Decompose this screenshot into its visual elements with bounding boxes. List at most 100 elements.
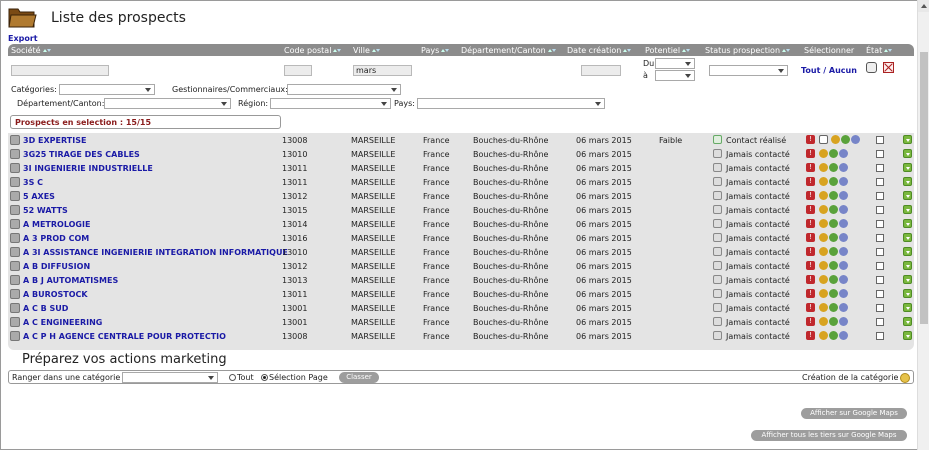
- company-name-link[interactable]: A BUROSTOCK: [23, 290, 88, 299]
- phone-action-icon[interactable]: [819, 191, 828, 200]
- phone-action-icon[interactable]: [819, 275, 828, 284]
- meeting-action-icon[interactable]: [839, 219, 848, 228]
- alert-icon[interactable]: [806, 303, 815, 312]
- categories-select[interactable]: [59, 84, 155, 95]
- select-checkbox[interactable]: [876, 206, 884, 214]
- header-status[interactable]: Status prospection: [705, 46, 791, 55]
- potentiel-a-select[interactable]: [655, 70, 695, 81]
- meeting-action-icon[interactable]: [839, 317, 848, 326]
- tout-radio[interactable]: [229, 374, 236, 381]
- table-row[interactable]: A C P H AGENCE CENTRALE POUR PROTECTIO 1…: [8, 329, 914, 343]
- alert-icon[interactable]: [806, 317, 815, 326]
- etat-green-icon[interactable]: [903, 303, 912, 312]
- sort-icon[interactable]: [441, 48, 450, 54]
- phone-action-icon[interactable]: [819, 261, 828, 270]
- meeting-action-icon[interactable]: [839, 331, 848, 340]
- sort-icon[interactable]: [371, 48, 380, 54]
- sort-icon[interactable]: [623, 48, 632, 54]
- select-checkbox[interactable]: [876, 290, 884, 298]
- phone-action-icon[interactable]: [819, 163, 828, 172]
- email-action-icon[interactable]: [829, 205, 838, 214]
- phone-action-icon[interactable]: [819, 205, 828, 214]
- meeting-action-icon[interactable]: [839, 247, 848, 256]
- alert-icon[interactable]: [806, 191, 815, 200]
- select-checkbox[interactable]: [876, 304, 884, 312]
- email-action-icon[interactable]: [829, 149, 838, 158]
- company-name-link[interactable]: A C P H AGENCE CENTRALE POUR PROTECTIO: [23, 332, 226, 341]
- select-checkbox[interactable]: [876, 318, 884, 326]
- meeting-action-icon[interactable]: [839, 261, 848, 270]
- etat-green-icon[interactable]: [903, 317, 912, 326]
- creation-categorie-link[interactable]: Création de la catégorie: [802, 373, 898, 382]
- etat-green-icon[interactable]: [903, 275, 912, 284]
- company-name-link[interactable]: A C B SUD: [23, 304, 68, 313]
- table-row[interactable]: 5 AXES 13012 MARSEILLE France Bouches-du…: [8, 189, 914, 203]
- select-checkbox[interactable]: [876, 220, 884, 228]
- meeting-action-icon[interactable]: [839, 163, 848, 172]
- alert-icon[interactable]: [806, 177, 815, 186]
- sort-icon[interactable]: [42, 48, 51, 54]
- date-creation-filter-input[interactable]: [581, 65, 621, 76]
- email-action-icon[interactable]: [841, 135, 850, 144]
- email-action-icon[interactable]: [829, 275, 838, 284]
- etat-green-icon[interactable]: [903, 247, 912, 256]
- alert-icon[interactable]: [806, 163, 815, 172]
- meeting-action-icon[interactable]: [839, 289, 848, 298]
- company-name-link[interactable]: A METROLOGIE: [23, 220, 90, 229]
- company-name-link[interactable]: A C ENGINEERING: [23, 318, 102, 327]
- scroll-up-arrow-icon[interactable]: [918, 0, 929, 12]
- alert-icon[interactable]: [806, 275, 815, 284]
- phone-action-icon[interactable]: [819, 247, 828, 256]
- region-select[interactable]: [270, 98, 391, 109]
- meeting-action-icon[interactable]: [839, 177, 848, 186]
- etat-green-icon[interactable]: [903, 135, 912, 144]
- vertical-scrollbar[interactable]: [917, 0, 929, 450]
- header-date-creation[interactable]: Date création: [567, 46, 632, 55]
- etat-green-icon[interactable]: [903, 219, 912, 228]
- company-name-link[interactable]: 5 AXES: [23, 192, 55, 201]
- table-row[interactable]: 3S C 13011 MARSEILLE France Bouches-du-R…: [8, 175, 914, 189]
- email-action-icon[interactable]: [829, 303, 838, 312]
- etat-green-icon[interactable]: [903, 177, 912, 186]
- departement-select[interactable]: [104, 98, 231, 109]
- header-potentiel[interactable]: Potentiel: [645, 46, 691, 55]
- alert-icon[interactable]: [806, 233, 815, 242]
- phone-action-icon[interactable]: [819, 177, 828, 186]
- select-checkbox[interactable]: [876, 248, 884, 256]
- phone-action-icon[interactable]: [819, 219, 828, 228]
- phone-action-icon[interactable]: [819, 303, 828, 312]
- scroll-thumb[interactable]: [920, 52, 928, 324]
- alert-icon[interactable]: [806, 135, 815, 144]
- phone-action-icon[interactable]: [819, 149, 828, 158]
- alert-icon[interactable]: [806, 219, 815, 228]
- company-name-link[interactable]: 3S C: [23, 178, 43, 187]
- add-category-icon[interactable]: [900, 373, 910, 383]
- alert-icon[interactable]: [806, 261, 815, 270]
- export-link[interactable]: Export: [8, 34, 38, 43]
- table-row[interactable]: A 3I ASSISTANCE INGENIERIE INTEGRATION I…: [8, 245, 914, 259]
- table-row[interactable]: 3I INGENIERIE INDUSTRIELLE 13011 MARSEIL…: [8, 161, 914, 175]
- header-departement[interactable]: Département/Canton: [461, 46, 556, 55]
- sort-icon[interactable]: [682, 48, 691, 54]
- select-checkbox[interactable]: [876, 276, 884, 284]
- etat-cross-checkbox-icon[interactable]: [883, 62, 894, 73]
- header-societe[interactable]: Société: [11, 46, 51, 55]
- phone-action-icon[interactable]: [819, 317, 828, 326]
- alert-icon[interactable]: [806, 205, 815, 214]
- meeting-action-icon[interactable]: [839, 233, 848, 242]
- email-action-icon[interactable]: [829, 233, 838, 242]
- header-etat[interactable]: État: [866, 46, 893, 55]
- select-checkbox[interactable]: [876, 332, 884, 340]
- company-name-link[interactable]: A 3 PROD COM: [23, 234, 89, 243]
- sort-icon[interactable]: [333, 48, 342, 54]
- email-action-icon[interactable]: [829, 163, 838, 172]
- company-name-link[interactable]: 3G25 TIRAGE DES CABLES: [23, 150, 140, 159]
- alert-icon[interactable]: [806, 247, 815, 256]
- selection-page-radio[interactable]: [261, 374, 268, 381]
- company-name-link[interactable]: A B J AUTOMATISMES: [23, 276, 118, 285]
- alert-icon[interactable]: [806, 331, 815, 340]
- email-action-icon[interactable]: [829, 317, 838, 326]
- etat-green-icon[interactable]: [903, 149, 912, 158]
- meeting-action-icon[interactable]: [839, 275, 848, 284]
- select-checkbox[interactable]: [876, 136, 884, 144]
